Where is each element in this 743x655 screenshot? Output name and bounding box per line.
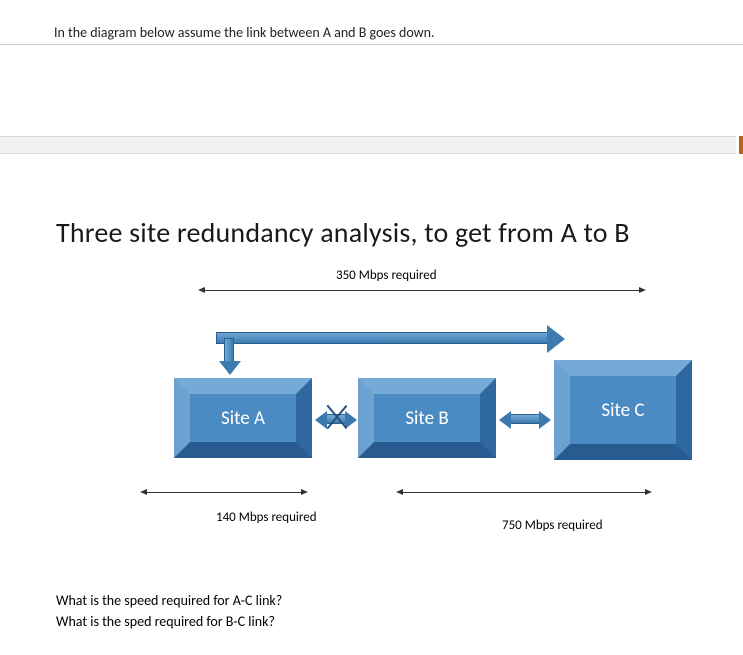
b-c-requirement-label: 750 Mbps required bbox=[502, 518, 603, 533]
a-b-link-arrow bbox=[326, 414, 346, 424]
instruction-text: In the diagram below assume the link bet… bbox=[54, 24, 435, 41]
down-into-a-arrow bbox=[224, 338, 234, 362]
network-diagram: 350 Mbps required Site A Site B Site C 1… bbox=[56, 260, 686, 560]
site-a-node: Site A bbox=[174, 378, 312, 458]
right-edge-accent bbox=[739, 136, 743, 154]
top-requirement-label: 350 Mbps required bbox=[336, 268, 437, 283]
b-c-requirement-arrow bbox=[402, 492, 646, 493]
a-b-requirement-arrow bbox=[146, 492, 302, 493]
a-to-c-path-arrow bbox=[216, 332, 548, 344]
diagram-title: Three site redundancy analysis, to get f… bbox=[56, 215, 630, 250]
site-a-label: Site A bbox=[221, 407, 265, 430]
site-b-node: Site B bbox=[358, 378, 496, 458]
questions-block: What is the speed required for A-C link?… bbox=[56, 590, 282, 632]
question-1: What is the speed required for A-C link? bbox=[56, 590, 282, 611]
question-2: What is the sped required for B-C link? bbox=[56, 611, 282, 632]
site-c-label: Site C bbox=[601, 399, 644, 422]
site-c-node: Site C bbox=[554, 360, 692, 460]
site-b-label: Site B bbox=[405, 407, 448, 430]
top-divider bbox=[0, 44, 743, 45]
a-b-requirement-label: 140 Mbps required bbox=[216, 510, 317, 525]
b-c-link-arrow bbox=[510, 414, 540, 424]
grey-band bbox=[0, 136, 736, 154]
top-requirement-arrow bbox=[204, 290, 640, 291]
